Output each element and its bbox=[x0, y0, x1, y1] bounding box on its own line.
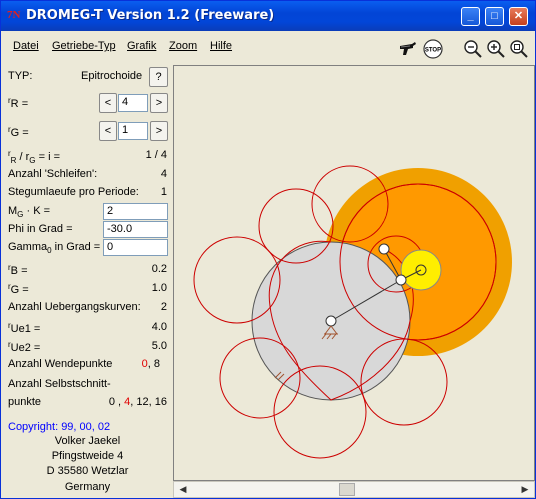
uebergangskurven-value: 2 bbox=[160, 301, 167, 313]
author-street: Pfingstweide 4 bbox=[51, 450, 124, 462]
zoom-in-icon[interactable] bbox=[485, 38, 507, 60]
typ-label: TYP: bbox=[8, 70, 33, 82]
horizontal-scrollbar[interactable]: ◀ ▶ bbox=[173, 481, 535, 498]
graphic-canvas[interactable] bbox=[173, 65, 535, 481]
phi-label: Phi in Grad = bbox=[8, 223, 73, 235]
zoom-out-icon[interactable] bbox=[462, 38, 484, 60]
copyright-text: Copyright: 99, 00, 02 bbox=[8, 421, 111, 433]
menu-zoom[interactable]: Zoom bbox=[169, 40, 197, 52]
help-button[interactable]: ? bbox=[149, 67, 168, 87]
stop-label: STOP bbox=[425, 48, 441, 54]
rG-label: rG = bbox=[8, 125, 29, 139]
menu-getriebe-typ[interactable]: Getriebe-Typ bbox=[52, 40, 116, 52]
stegumlaeufe-value: 1 bbox=[160, 186, 167, 198]
phi-input[interactable]: -30.0 bbox=[103, 221, 168, 238]
scroll-right-icon[interactable]: ▶ bbox=[517, 482, 533, 497]
selbstschnitt-label-2: punkte bbox=[8, 396, 42, 408]
pistol-icon[interactable] bbox=[397, 38, 419, 60]
mgk-input[interactable]: 2 bbox=[103, 203, 168, 220]
ratio-label: rR / rG = i = bbox=[8, 149, 60, 165]
uebergangskurven-label: Anzahl Uebergangskurven: bbox=[8, 301, 141, 313]
maximize-button[interactable]: □ bbox=[485, 7, 504, 26]
parameter-panel: TYP: Epitrochoide ? rR = < 4 > rG = < 1 … bbox=[5, 65, 170, 497]
rUe2-value: 5.0 bbox=[151, 340, 167, 352]
ratio-value: 1 / 4 bbox=[145, 149, 167, 161]
menu-bar: Datei Getriebe-Typ Grafik Zoom Hilfe bbox=[1, 31, 535, 61]
menu-datei[interactable]: Datei bbox=[13, 40, 39, 52]
window-title: DROMEG-T Version 1.2 (Freeware) bbox=[26, 8, 275, 23]
title-bar[interactable]: 7N DROMEG-T Version 1.2 (Freeware) _ □ ✕ bbox=[1, 1, 535, 31]
menu-grafik[interactable]: Grafik bbox=[127, 40, 156, 52]
rUe1-value: 4.0 bbox=[151, 321, 167, 333]
close-button[interactable]: ✕ bbox=[509, 7, 528, 26]
schleifen-value: 4 bbox=[160, 168, 167, 180]
gamma-input[interactable]: 0 bbox=[103, 239, 168, 256]
scroll-thumb[interactable] bbox=[339, 483, 355, 496]
wendepunkte-label: Anzahl Wendepunkte bbox=[8, 358, 113, 370]
schleifen-label: Anzahl 'Schleifen': bbox=[8, 168, 98, 180]
tracing-point[interactable] bbox=[395, 274, 407, 286]
rG-input[interactable]: 1 bbox=[118, 122, 148, 140]
selbstschnitt-label-1: Anzahl Selbstschnitt- bbox=[8, 378, 111, 390]
stegumlaeufe-label: Stegumlaeufe pro Periode: bbox=[8, 186, 139, 198]
rUe1-label: rUe1 = bbox=[8, 321, 41, 335]
wendepunkte-value: 0, 8 bbox=[141, 358, 160, 370]
stop-icon[interactable]: STOP bbox=[422, 38, 444, 60]
scroll-left-icon[interactable]: ◀ bbox=[175, 482, 191, 497]
rG2-value: 1.0 bbox=[151, 282, 167, 294]
menu-hilfe[interactable]: Hilfe bbox=[210, 40, 232, 52]
coupler-joint[interactable] bbox=[378, 243, 390, 255]
rR-input[interactable]: 4 bbox=[118, 94, 148, 112]
typ-value: Epitrochoide bbox=[81, 70, 143, 82]
mgk-label: MG · K = bbox=[8, 205, 51, 219]
zoom-fit-icon[interactable] bbox=[508, 38, 530, 60]
selbstschnitt-value: 0 , 4, 12, 16 bbox=[108, 396, 167, 408]
rG-decrement-button[interactable]: < bbox=[99, 121, 117, 141]
gamma-label: Gamma0 in Grad = bbox=[8, 241, 101, 255]
fixed-pivot[interactable] bbox=[325, 315, 337, 327]
rG-increment-button[interactable]: > bbox=[150, 121, 168, 141]
gear-diagram bbox=[193, 165, 512, 459]
rB-value: 0.2 bbox=[151, 263, 167, 275]
author-name: Volker Jaekel bbox=[54, 435, 121, 447]
app-icon: 7N bbox=[7, 9, 21, 21]
author-country: Germany bbox=[64, 481, 111, 493]
rR-label: rR = bbox=[8, 96, 29, 110]
rUe2-label: rUe2 = bbox=[8, 340, 41, 354]
rB-label: rB = bbox=[8, 263, 28, 277]
rR-increment-button[interactable]: > bbox=[150, 93, 168, 113]
rG2-label: rG = bbox=[8, 282, 29, 296]
rR-decrement-button[interactable]: < bbox=[99, 93, 117, 113]
author-city: D 35580 Wetzlar bbox=[46, 465, 129, 477]
minimize-button[interactable]: _ bbox=[461, 7, 480, 26]
app-window: 7N DROMEG-T Version 1.2 (Freeware) _ □ ✕… bbox=[0, 0, 536, 499]
